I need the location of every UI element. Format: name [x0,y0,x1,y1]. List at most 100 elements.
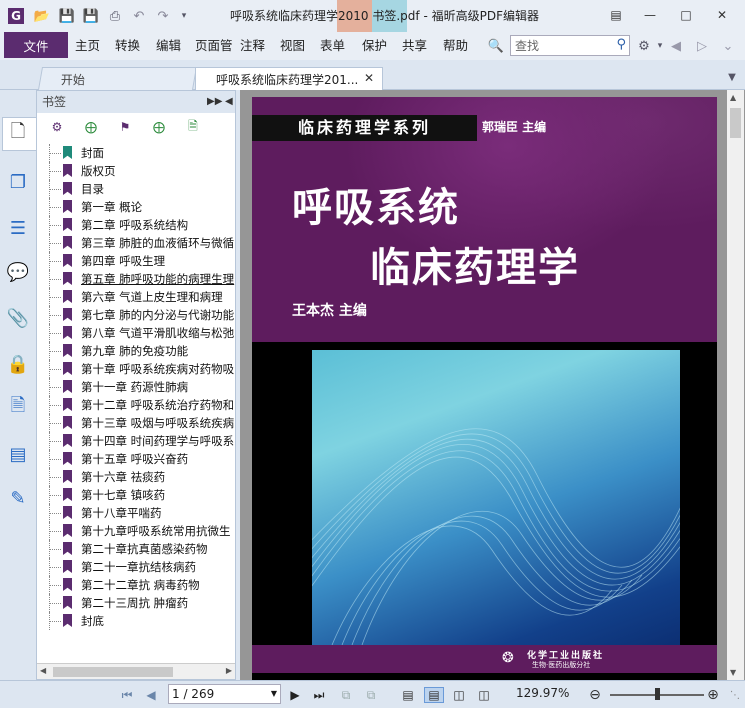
zoom-slider-thumb[interactable] [655,688,660,700]
bookmark-item[interactable]: 第十七章 镇咳药 [37,486,235,504]
bookmark-item[interactable]: 第九章 肺的免疫功能 [37,342,235,360]
collapse-panel-icon[interactable]: ◀ [225,91,233,113]
menu-edit[interactable]: 编辑 [156,32,181,60]
bookmark-flag-icon[interactable]: ⚑ [117,119,133,135]
next-page-icon[interactable]: ▶ [288,687,302,703]
continuous-page-icon[interactable]: ▤ [424,687,444,703]
document-properties-icon[interactable]: 🗎 [6,395,30,420]
zoom-in-icon[interactable]: ⊕ [706,687,720,703]
close-button[interactable]: ✕ [712,8,732,22]
bookmark-item[interactable]: 第八章 气道平滑肌收缩与松弛 [37,324,235,342]
next-view-icon[interactable]: ⧉ [362,687,380,703]
undo-icon[interactable]: ↶ [131,8,147,24]
previous-view-icon[interactable]: ⧉ [337,687,355,703]
menu-protect[interactable]: 保护 [362,32,387,60]
bookmark-item[interactable]: 第二十章抗真菌感染药物 [37,540,235,558]
content-panel-icon[interactable]: ▤ [6,442,30,466]
bookmark-item[interactable]: 第十五章 呼吸兴奋药 [37,450,235,468]
bookmark-item[interactable]: 第二十三周抗 肿瘤药 [37,594,235,612]
viewer-vertical-scrollbar[interactable]: ▲ ▼ [727,90,744,680]
bookmark-item[interactable]: 第六章 气道上皮生理和病理 [37,288,235,306]
bookmark-item[interactable]: 第十九章呼吸系统常用抗微生 [37,522,235,540]
settings-dropdown-icon[interactable]: ▾ [652,38,668,54]
save-icon[interactable]: 💾 [59,8,75,24]
page-number-field[interactable]: 1 / 269 ▼ [168,684,281,704]
scroll-right-icon[interactable]: ▶ [226,666,232,675]
pages-panel-icon[interactable]: ❐ [6,170,30,194]
layers-panel-icon[interactable]: ☰ [6,216,30,240]
expand-all-bookmarks-icon[interactable]: ⚙ [49,119,65,135]
resize-grip-icon[interactable]: ⋱ [728,687,742,703]
signature-panel-icon[interactable]: ✎ [6,486,30,510]
bookmark-item[interactable]: 第十六章 祛痰药 [37,468,235,486]
settings-gear-icon[interactable]: ⚙ [636,38,652,54]
open-folder-icon[interactable]: 📂 [34,8,50,24]
bookmark-item[interactable]: 版权页 [37,162,235,180]
bookmark-item[interactable]: 第十一章 药源性肺病 [37,378,235,396]
bookmark-panel-icon[interactable]: 🗋 [6,121,30,146]
redo-icon[interactable]: ↷ [155,8,171,24]
search-input[interactable]: 查找 ⚲ [510,35,630,56]
security-lock-icon[interactable]: 🔒 [6,352,30,376]
bookmark-item[interactable]: 第十三章 吸烟与呼吸系统疾病 [37,414,235,432]
scroll-thumb[interactable] [53,667,173,677]
close-tab-icon[interactable]: ✕ [364,71,374,85]
scroll-left-icon[interactable]: ◀ [40,666,46,675]
file-menu[interactable]: 文件 [4,32,68,58]
zoom-out-icon[interactable]: ⊖ [588,687,602,703]
search-folder-icon[interactable]: 🔍 [488,38,504,54]
maximize-button[interactable]: □ [676,8,696,22]
tab-document[interactable]: 呼吸系统临床药理学201... ✕ [195,67,383,90]
menu-home[interactable]: 主页 [75,32,100,60]
scroll-up-icon[interactable]: ▲ [730,93,736,102]
collapse-ribbon-icon[interactable]: ⌄ [720,38,736,54]
continuous-facing-icon[interactable]: ◫ [475,687,493,703]
bookmark-item[interactable]: 第五章 肺呼吸功能的病理生理 [37,270,235,288]
minimize-button[interactable]: — [640,8,660,22]
delete-bookmark-icon[interactable] [189,119,205,135]
viewer-scroll-thumb[interactable] [730,108,741,138]
page-dropdown-icon[interactable]: ▼ [271,685,277,703]
expand-panel-icon[interactable]: ▶▶ [207,91,222,113]
bookmark-item[interactable]: 封底 [37,612,235,630]
print-icon[interactable]: ⎙ [107,8,123,24]
menu-comment[interactable]: 注释 [240,32,265,60]
prev-page-icon[interactable]: ◀ [144,687,158,703]
bookmark-item[interactable]: 第二十二章抗 病毒药物 [37,576,235,594]
single-page-icon[interactable]: ▤ [400,687,416,703]
menu-convert[interactable]: 转换 [115,32,140,60]
first-page-icon[interactable]: ⏮ [120,687,134,703]
menu-form[interactable]: 表单 [320,32,345,60]
bookmark-item[interactable]: 第十四章 时间药理学与呼吸系 [37,432,235,450]
bookmark-item[interactable]: 第四章 呼吸生理 [37,252,235,270]
bookmark-item[interactable]: 第三章 肺脏的血液循环与微循 [37,234,235,252]
facing-page-icon[interactable]: ◫ [450,687,468,703]
menu-page-manage[interactable]: 页面管 [195,32,238,60]
bookmark-item[interactable]: 封面 [37,144,235,162]
app-logo-icon[interactable]: G [8,8,24,24]
menu-share[interactable]: 共享 [402,32,427,60]
ribbon-toggle-icon[interactable]: ▤ [606,8,626,22]
tab-list-dropdown-icon[interactable]: ▼ [724,69,740,85]
attachments-panel-icon[interactable]: 📎 [6,306,30,330]
add-child-bookmark-icon[interactable]: ⨁ [151,119,167,135]
bookmark-horizontal-scrollbar[interactable]: ◀ ▶ [37,663,235,679]
bookmark-item[interactable]: 第十章 呼吸系统疾病对药物吸 [37,360,235,378]
next-result-icon[interactable]: ▷ [694,38,710,54]
bookmark-item[interactable]: 第二章 呼吸系统结构 [37,216,235,234]
comments-panel-icon[interactable]: 💬 [6,260,30,284]
bookmark-item[interactable]: 目录 [37,180,235,198]
last-page-icon[interactable]: ⏭ [310,687,328,703]
save-as-icon[interactable]: 💾 [83,8,99,24]
bookmark-item[interactable]: 第二十一章抗结核病药 [37,558,235,576]
menu-help[interactable]: 帮助 [443,32,468,60]
customize-dropdown-icon[interactable]: ▾ [176,8,192,24]
bookmark-item[interactable]: 第一章 概论 [37,198,235,216]
bookmark-item[interactable]: 第十八章平喘药 [37,504,235,522]
search-icon[interactable]: ⚲ [616,37,626,52]
tab-start[interactable]: 开始 [37,67,198,90]
scroll-down-icon[interactable]: ▼ [730,668,736,677]
bookmark-item[interactable]: 第十二章 呼吸系统治疗药物和 [37,396,235,414]
prev-result-icon[interactable]: ◀ [668,38,684,54]
bookmark-item[interactable]: 第七章 肺的内分泌与代谢功能 [37,306,235,324]
